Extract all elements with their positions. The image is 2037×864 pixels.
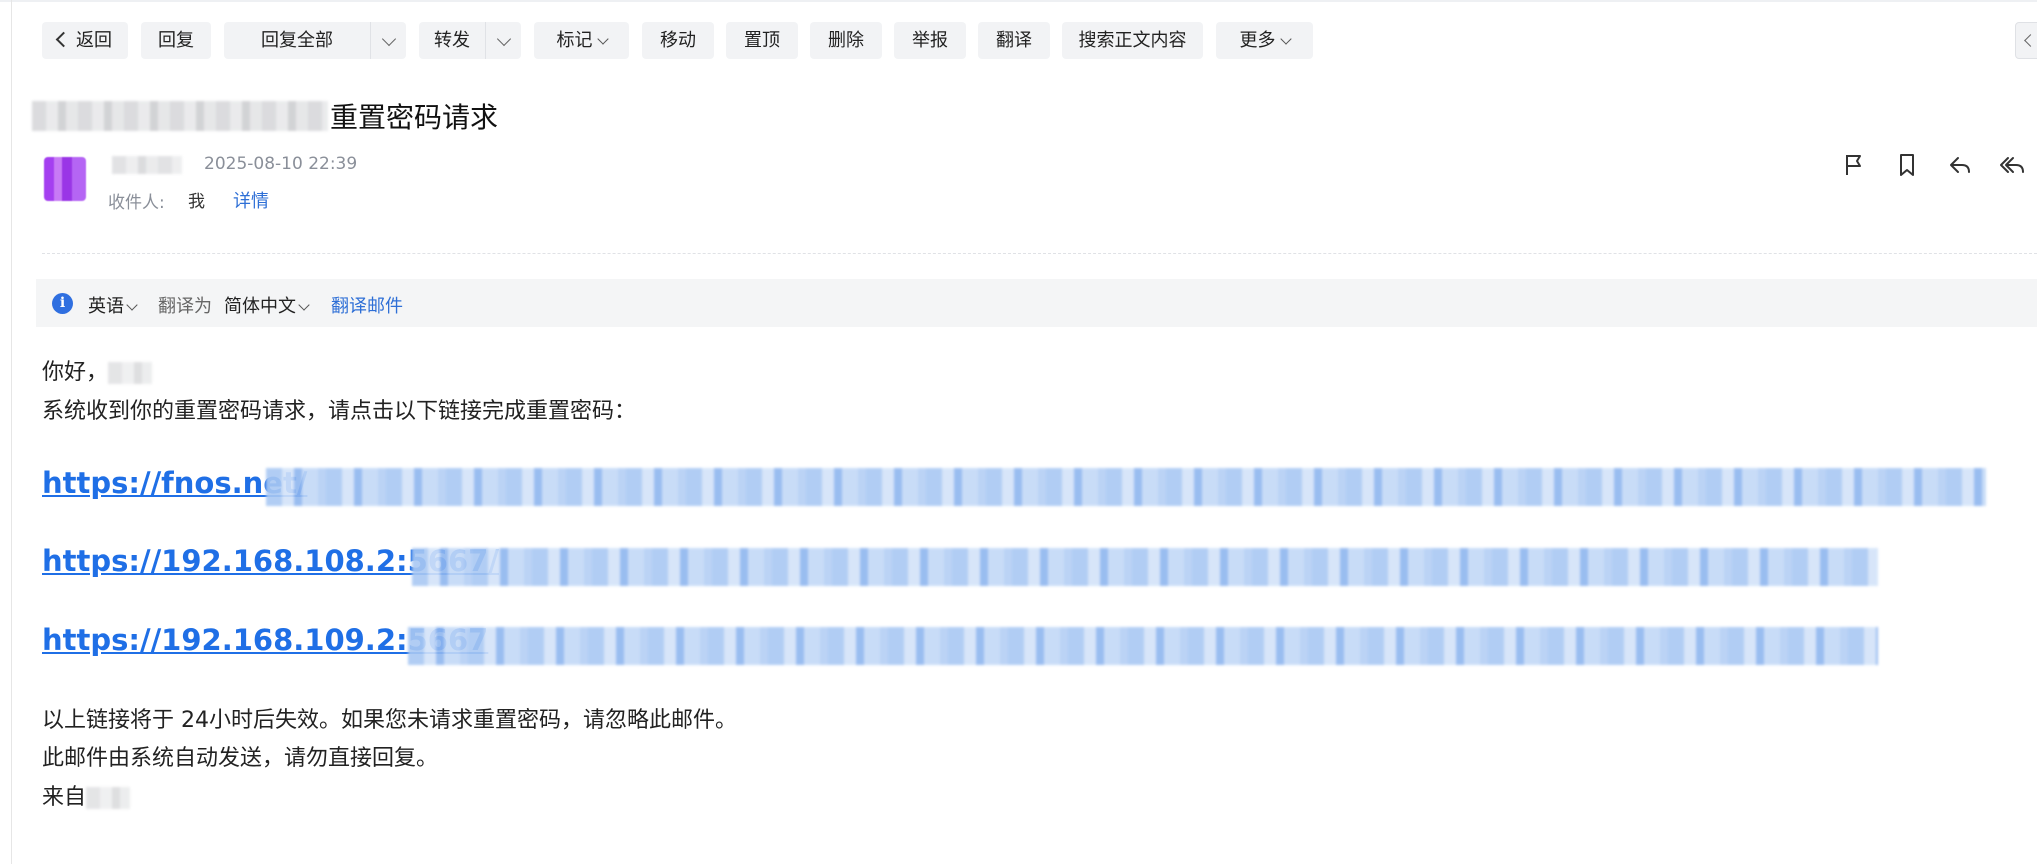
redacted-subject-prefix: [32, 101, 328, 131]
pin-button[interactable]: 置顶: [726, 22, 798, 59]
redacted-signature: [86, 787, 131, 809]
forward-button[interactable]: 转发: [419, 22, 521, 59]
body-line-2: 以上链接将于 24小时后失效。如果您未请求重置密码，请忽略此邮件。: [42, 708, 737, 733]
redacted-link-2[interactable]: [412, 548, 1878, 586]
sender-name-redacted[interactable]: [112, 156, 182, 174]
translate-email-link[interactable]: 翻译邮件: [331, 292, 403, 318]
search-body-button[interactable]: 搜索正文内容: [1062, 22, 1203, 59]
redacted-username: [108, 362, 153, 384]
source-language-select[interactable]: 英语: [88, 292, 138, 318]
reply-all-icon[interactable]: [1997, 150, 2027, 180]
email-subject: 重置密码请求: [32, 96, 498, 136]
reply-all-button[interactable]: 回复全部: [224, 22, 406, 59]
chevron-down-icon: [381, 31, 396, 46]
body-line-1: 系统收到你的重置密码请求，请点击以下链接完成重置密码：: [42, 399, 637, 424]
report-button[interactable]: 举报: [894, 22, 966, 59]
move-button[interactable]: 移动: [642, 22, 714, 59]
forward-dropdown[interactable]: [485, 22, 521, 59]
back-button[interactable]: 返回: [42, 22, 128, 59]
chevron-left-icon: [2024, 34, 2037, 47]
recipient-name: 我: [188, 192, 205, 212]
translate-to-label: 翻译为: [158, 296, 212, 317]
subject-title: 重置密码请求: [330, 101, 499, 134]
reply-all-dropdown[interactable]: [370, 22, 406, 59]
redacted-link-1[interactable]: [266, 468, 1986, 506]
recipient-label: 收件人:: [108, 193, 165, 213]
chevron-left-icon: [55, 31, 72, 48]
mark-button[interactable]: 标记: [534, 22, 629, 59]
left-border: [11, 0, 12, 864]
reply-icon[interactable]: [1945, 150, 1975, 180]
target-language-select[interactable]: 简体中文: [224, 292, 310, 318]
collapse-panel-button[interactable]: [2015, 22, 2037, 59]
top-border: [0, 0, 2037, 2]
chevron-down-icon: [1279, 32, 1292, 45]
reply-button[interactable]: 回复: [141, 22, 211, 59]
signature: 来自: [42, 779, 131, 811]
more-button[interactable]: 更多: [1216, 22, 1313, 59]
chevron-down-icon: [596, 32, 609, 45]
bookmark-icon[interactable]: [1892, 150, 1922, 180]
chevron-down-icon: [496, 31, 511, 46]
avatar[interactable]: [44, 157, 86, 201]
chevron-down-icon: [298, 298, 310, 311]
info-icon: i: [52, 293, 73, 314]
detail-link[interactable]: 详情: [233, 187, 269, 213]
redacted-link-3[interactable]: [408, 627, 1878, 665]
header-divider: [42, 253, 2037, 254]
translate-bar: i 英语 翻译为 简体中文 翻译邮件: [36, 279, 2037, 327]
chevron-down-icon: [126, 298, 138, 311]
translate-button[interactable]: 翻译: [978, 22, 1050, 59]
greeting: 你好，: [42, 354, 153, 386]
email-date: 2025-08-10 22:39: [204, 154, 358, 174]
flag-icon[interactable]: [1839, 150, 1869, 180]
delete-button[interactable]: 删除: [810, 22, 882, 59]
body-line-3: 此邮件由系统自动发送，请勿直接回复。: [42, 746, 439, 771]
